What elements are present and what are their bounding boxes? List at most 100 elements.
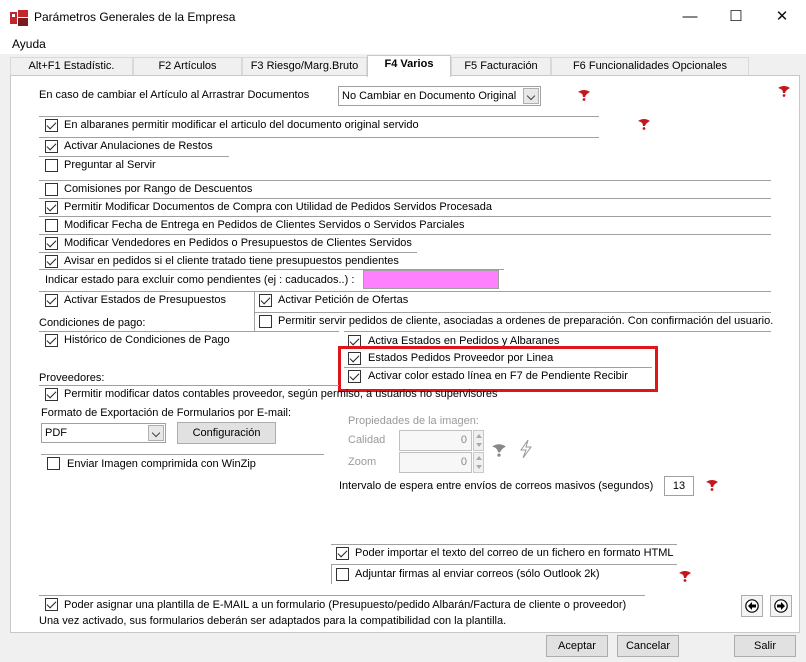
albaranes-modificar-label: En albaranes permitir modificar el artic… (64, 119, 419, 131)
divider (39, 180, 771, 181)
exit-button[interactable]: Salir (734, 635, 796, 657)
divider (331, 544, 677, 545)
preguntar-servir-checkbox[interactable] (45, 159, 58, 172)
divider (39, 291, 771, 292)
tab-estadisticas[interactable]: Alt+F1 Estadístic. (10, 57, 133, 76)
help-icon[interactable] (637, 118, 651, 130)
intervalo-input[interactable]: 13 (664, 476, 694, 496)
calidad-label: Calidad (348, 434, 386, 446)
importar-html-label: Poder importar el texto del correo de un… (355, 547, 674, 559)
tab-articulos[interactable]: F2 Artículos (133, 57, 242, 76)
excluir-pendientes-label: Indicar estado para excluir como pendien… (45, 274, 355, 286)
imagen-title: Propiedades de la imagen: (348, 415, 479, 427)
comisiones-rango-checkbox[interactable] (45, 183, 58, 196)
firmas-outlook-checkbox[interactable] (336, 568, 349, 581)
divider (39, 216, 771, 217)
window-title: Parámetros Generales de la Empresa (34, 10, 236, 24)
avisar-pedidos-label: Avisar en pedidos si el cliente tratado … (64, 255, 399, 267)
article-change-label: En caso de cambiar el Artículo al Arrast… (39, 89, 310, 101)
chevron-down-icon[interactable] (148, 425, 164, 441)
estados-proveedor-linea-label: Estados Pedidos Proveedor por Linea (368, 352, 554, 364)
article-change-value: No Cambiar en Documento Original (342, 90, 517, 102)
divider (39, 252, 417, 253)
chevron-down-icon[interactable] (523, 88, 539, 104)
modificar-compra-label: Permitir Modificar Documentos de Compra … (64, 201, 492, 213)
imagen-winzip-checkbox[interactable] (47, 457, 60, 470)
cancel-button[interactable]: Cancelar (617, 635, 679, 657)
tab-facturacion[interactable]: F5 Facturación (451, 57, 551, 76)
divider (39, 595, 645, 596)
menu-bar: Ayuda (0, 34, 806, 54)
maximize-button[interactable]: ☐ (724, 6, 748, 28)
color-f7-checkbox[interactable] (348, 370, 361, 383)
fecha-entrega-checkbox[interactable] (45, 219, 58, 232)
help-icon[interactable] (777, 85, 791, 97)
divider (254, 291, 255, 331)
proveedores-label: Proveedores: (39, 372, 105, 384)
excluir-estado-field[interactable] (363, 270, 499, 289)
zoom-label: Zoom (348, 456, 377, 468)
help-disabled-icon (492, 444, 506, 457)
estados-presupuestos-checkbox[interactable] (45, 294, 58, 307)
firmas-outlook-label: Adjuntar firmas al enviar correos (sólo … (355, 568, 600, 580)
estados-proveedor-linea-checkbox[interactable] (348, 352, 361, 365)
zoom-input[interactable]: 0 (399, 452, 472, 473)
servir-pedidos-label: Permitir servir pedidos de cliente, asoc… (278, 315, 774, 327)
accept-button[interactable]: Aceptar (546, 635, 608, 657)
color-f7-label: Activar color estado línea en F7 de Pend… (368, 370, 628, 382)
anulaciones-restos-checkbox[interactable] (45, 140, 58, 153)
datos-contables-checkbox[interactable] (45, 388, 58, 401)
formato-exportacion-label: Formato de Exportación de Formularios po… (41, 407, 292, 419)
modificar-compra-checkbox[interactable] (45, 201, 58, 214)
servir-pedidos-checkbox[interactable] (259, 315, 272, 328)
tab-funcionalidades[interactable]: F6 Funcionalidades Opcionales (551, 57, 749, 76)
divider (331, 564, 332, 584)
menu-help[interactable]: Ayuda (12, 37, 46, 51)
anulaciones-restos-label: Activar Anulaciones de Restos (64, 140, 213, 152)
divider (39, 198, 771, 199)
calidad-input[interactable]: 0 (399, 430, 472, 451)
divider (254, 312, 771, 313)
condiciones-pago-label: Condiciones de pago: (39, 317, 146, 329)
divider (39, 156, 229, 157)
article-change-select[interactable]: No Cambiar en Documento Original (338, 86, 541, 106)
divider (39, 137, 599, 138)
datos-contables-label: Permitir modificar datos contables prove… (64, 388, 498, 400)
arrow-right-icon (774, 599, 788, 613)
vendedores-checkbox[interactable] (45, 237, 58, 250)
plantilla-email-label: Poder asignar una plantilla de E-MAIL a … (64, 599, 627, 611)
help-icon[interactable] (678, 570, 692, 582)
zoom-spinner[interactable] (473, 452, 484, 473)
peticion-ofertas-checkbox[interactable] (259, 294, 272, 307)
divider (331, 564, 677, 565)
divider (39, 331, 339, 332)
divider (39, 385, 339, 386)
plantilla-note: Una vez activado, sus formularios deberá… (39, 615, 507, 627)
minimize-button[interactable]: — (678, 6, 702, 28)
calidad-spinner[interactable] (473, 430, 484, 451)
comisiones-rango-label: Comisiones por Rango de Descuentos (64, 183, 253, 195)
intervalo-label: Intervalo de espera entre envíos de corr… (339, 480, 654, 492)
fecha-entrega-label: Modificar Fecha de Entrega en Pedidos de… (64, 219, 465, 231)
configuracion-button[interactable]: Configuración (177, 422, 276, 444)
help-icon[interactable] (705, 479, 719, 491)
albaranes-modificar-checkbox[interactable] (45, 119, 58, 132)
avisar-pedidos-checkbox[interactable] (45, 255, 58, 268)
help-icon[interactable] (577, 89, 591, 101)
formato-exportacion-select[interactable]: PDF (41, 423, 166, 443)
close-button[interactable]: ✕ (770, 6, 794, 28)
importar-html-checkbox[interactable] (336, 547, 349, 560)
tab-riesgo[interactable]: F3 Riesgo/Marg.Bruto (242, 57, 367, 76)
arrow-left-icon (745, 599, 759, 613)
divider (39, 234, 771, 235)
divider (41, 454, 324, 455)
historico-condiciones-checkbox[interactable] (45, 334, 58, 347)
prev-button[interactable] (741, 595, 763, 617)
imagen-winzip-label: Enviar Imagen comprimida con WinZip (67, 458, 256, 470)
title-bar: Parámetros Generales de la Empresa — ☐ ✕ (0, 0, 806, 34)
tab-varios[interactable]: F4 Varios (367, 55, 451, 77)
next-button[interactable] (770, 595, 792, 617)
plantilla-email-checkbox[interactable] (45, 598, 58, 611)
lightning-icon (520, 440, 532, 458)
estados-presupuestos-label: Activar Estados de Presupuestos (64, 294, 227, 306)
